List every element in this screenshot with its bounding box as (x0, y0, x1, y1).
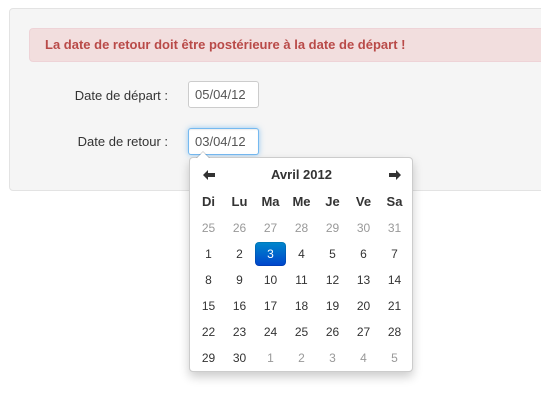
calendar-day[interactable]: 31 (379, 215, 410, 241)
error-alert: La date de retour doit être postérieure … (29, 28, 541, 62)
calendar-day[interactable]: 13 (348, 267, 379, 293)
arrow-left-icon (202, 169, 215, 180)
calendar-day[interactable]: 27 (255, 215, 286, 241)
weekday-header: Je (325, 194, 340, 209)
weekday-header: Di (202, 194, 215, 209)
calendar-day[interactable]: 16 (224, 293, 255, 319)
arrow-right-icon (388, 169, 401, 180)
calendar-day[interactable]: 7 (379, 241, 410, 267)
month-year-title[interactable]: Avril 2012 (224, 162, 379, 188)
calendar-grid: Di Lu Ma Me Je Ve Sa 25 26 27 28 29 30 31 1 2 3 4 5 6 7 8 9 10 1… (193, 189, 410, 371)
weekday-header: Ve (355, 194, 372, 209)
prev-month-button[interactable] (193, 162, 224, 188)
calendar-day[interactable]: 15 (193, 293, 224, 319)
calendar-day[interactable]: 28 (286, 215, 317, 241)
calendar-day[interactable]: 27 (348, 319, 379, 345)
calendar-day[interactable]: 24 (255, 319, 286, 345)
calendar-day[interactable]: 5 (379, 345, 410, 371)
calendar-day[interactable]: 3 (317, 345, 348, 371)
calendar-day[interactable]: 29 (317, 215, 348, 241)
calendar-day[interactable]: 26 (317, 319, 348, 345)
error-message: La date de retour doit être postérieure … (45, 37, 406, 52)
calendar-day[interactable]: 20 (348, 293, 379, 319)
calendar-day[interactable]: 25 (193, 215, 224, 241)
calendar-day[interactable]: 18 (286, 293, 317, 319)
datepicker-header: Avril 2012 (193, 162, 409, 188)
calendar-day[interactable]: 8 (193, 267, 224, 293)
datepicker-caret-inner (197, 152, 209, 158)
calendar-day[interactable]: 21 (379, 293, 410, 319)
calendar-day[interactable]: 25 (286, 319, 317, 345)
calendar-day[interactable]: 12 (317, 267, 348, 293)
weekday-header: Me (292, 194, 311, 209)
next-month-button[interactable] (379, 162, 410, 188)
weekday-header: Sa (386, 194, 403, 209)
calendar-day[interactable]: 2 (224, 241, 255, 267)
datepicker-popup: Avril 2012 Di Lu Ma Me Je Ve Sa 25 26 27 28 29 30 31 1… (189, 151, 413, 372)
calendar-day[interactable]: 10 (255, 267, 286, 293)
weekday-header: Lu (231, 194, 248, 209)
calendar-day[interactable]: 5 (317, 241, 348, 267)
calendar-day[interactable]: 14 (379, 267, 410, 293)
calendar-day[interactable]: 1 (193, 241, 224, 267)
retour-date-label: Date de retour : (77, 134, 168, 149)
calendar-day[interactable]: 1 (255, 345, 286, 371)
calendar-day[interactable]: 29 (193, 345, 224, 371)
calendar-day[interactable]: 4 (348, 345, 379, 371)
weekday-header: Ma (261, 194, 280, 209)
calendar-day[interactable]: 26 (224, 215, 255, 241)
calendar-day[interactable]: 9 (224, 267, 255, 293)
calendar-day[interactable]: 30 (224, 345, 255, 371)
calendar-day[interactable]: 2 (286, 345, 317, 371)
calendar-day[interactable]: 30 (348, 215, 379, 241)
calendar-day[interactable]: 19 (317, 293, 348, 319)
calendar-day[interactable]: 11 (286, 267, 317, 293)
calendar-day[interactable]: 6 (348, 241, 379, 267)
calendar-day[interactable]: 22 (193, 319, 224, 345)
calendar-day[interactable]: 28 (379, 319, 410, 345)
depart-date-label: Date de départ : (74, 88, 168, 103)
calendar-day[interactable]: 17 (255, 293, 286, 319)
calendar-day[interactable]: 4 (286, 241, 317, 267)
selected-day[interactable]: 3 (255, 242, 286, 266)
depart-date-input[interactable] (188, 81, 259, 108)
calendar-day[interactable]: 23 (224, 319, 255, 345)
